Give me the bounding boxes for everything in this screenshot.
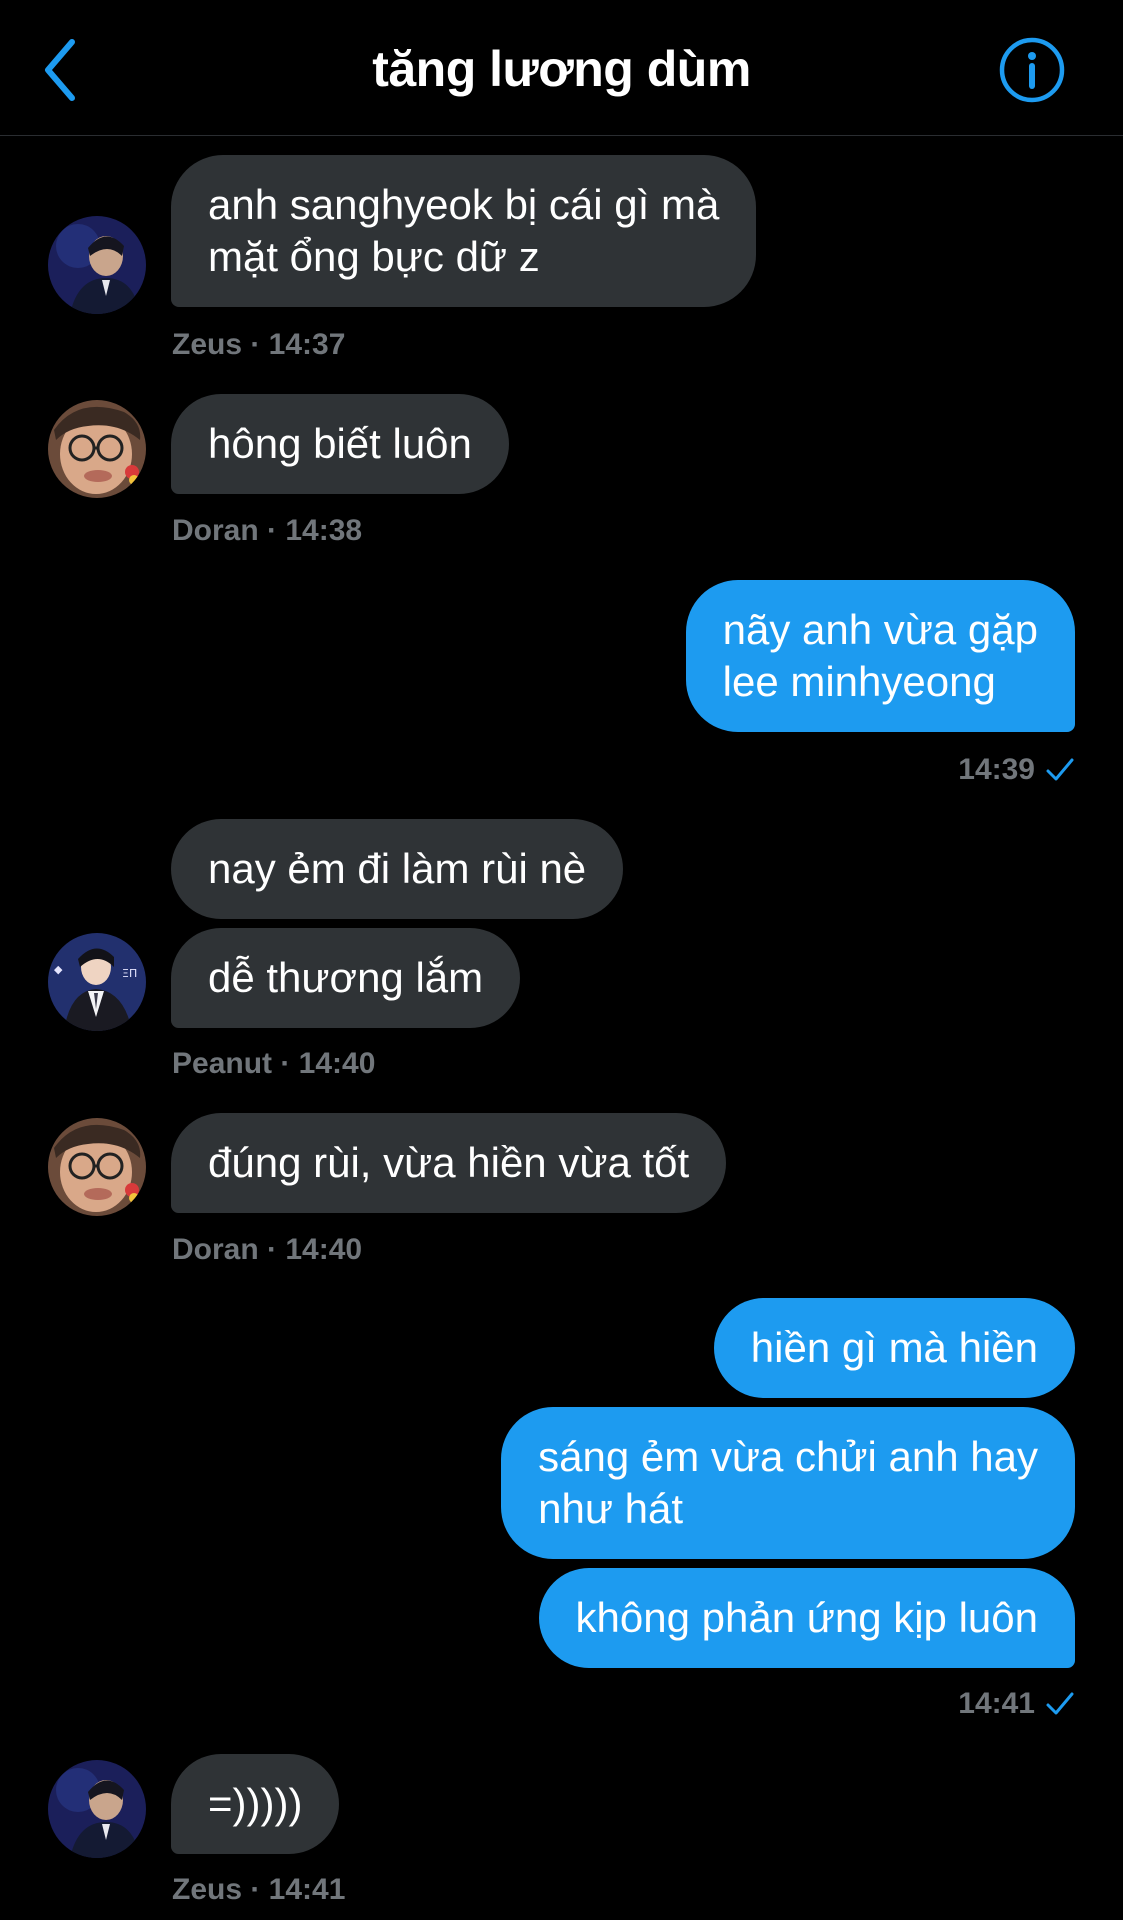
peanut-avatar-image: ◆ ΞΠ: [48, 933, 146, 1031]
message-text-line: đúng rùi, vừa hiền vừa tốt: [208, 1139, 690, 1186]
read-check-icon: [1046, 1692, 1074, 1715]
message-meta: Zeus · 14:41: [172, 1873, 346, 1906]
avatar-zeus[interactable]: [48, 1760, 146, 1858]
message-meta: Doran · 14:38: [172, 514, 363, 547]
message-text-line: sáng ẻm vừa chửi anh hay: [538, 1433, 1038, 1480]
message-text-line: nãy anh vừa gặp: [722, 606, 1038, 653]
zeus-avatar-image: [48, 1760, 146, 1858]
message-bubble-outgoing[interactable]: sáng ẻm vừa chửi anh hay như hát: [501, 1407, 1075, 1559]
message-text-line: hông biết luôn: [208, 420, 472, 467]
message-meta: Zeus · 14:37: [172, 328, 346, 361]
message-bubble-outgoing[interactable]: không phản ứng kịp luôn: [538, 1568, 1075, 1668]
message-bubble-incoming[interactable]: hông biết luôn: [171, 394, 509, 494]
message-time: 14:41: [958, 1687, 1035, 1720]
message-meta: 14:41: [958, 1687, 1075, 1721]
conversation-title: tăng lương dùm: [372, 41, 751, 97]
conversation-header: tăng lương dùm: [0, 0, 1123, 136]
message-text-line: lee minhyeong: [722, 658, 996, 705]
avatar-doran[interactable]: [48, 400, 146, 498]
message-text-line: anh sanghyeok bị cái gì mà: [208, 181, 720, 228]
info-icon: [999, 37, 1065, 103]
message-bubble-outgoing[interactable]: hiền gì mà hiền: [713, 1298, 1075, 1398]
message-text-line: hiền gì mà hiền: [750, 1324, 1038, 1371]
svg-text:ΞΠ: ΞΠ: [122, 967, 137, 980]
avatar-zeus[interactable]: [48, 216, 146, 314]
doran-avatar-image: [48, 400, 146, 498]
message-meta: Doran · 14:40: [172, 1233, 363, 1266]
message-meta: Peanut · 14:40: [172, 1047, 376, 1080]
doran-avatar-image: [48, 1118, 146, 1216]
message-bubble-incoming[interactable]: nay ẻm đi làm rùi nè: [171, 819, 624, 919]
avatar-doran[interactable]: [48, 1118, 146, 1216]
zeus-avatar-image: [48, 216, 146, 314]
message-text-line: không phản ứng kịp luôn: [575, 1594, 1038, 1641]
message-bubble-incoming[interactable]: =))))): [171, 1754, 340, 1854]
info-button[interactable]: [996, 34, 1068, 106]
message-bubble-outgoing[interactable]: nãy anh vừa gặp lee minhyeong: [685, 580, 1075, 732]
message-bubble-incoming[interactable]: anh sanghyeok bị cái gì mà mặt ổng bực d…: [171, 155, 757, 307]
chevron-left-icon: [45, 39, 75, 101]
back-button[interactable]: [36, 32, 86, 108]
message-text-line: dễ thương lắm: [208, 954, 484, 1001]
svg-text:◆: ◆: [54, 963, 63, 976]
avatar-peanut[interactable]: ◆ ΞΠ: [48, 933, 146, 1031]
read-check-icon: [1046, 758, 1074, 781]
message-time: 14:39: [958, 753, 1035, 786]
message-text-line: mặt ổng bực dữ z: [208, 233, 540, 280]
message-text-line: nay ẻm đi làm rùi nè: [208, 845, 587, 892]
message-text-line: như hát: [538, 1485, 684, 1532]
message-bubble-incoming[interactable]: dễ thương lắm: [171, 928, 521, 1028]
message-text-line: =))))): [208, 1780, 303, 1827]
message-meta: 14:39: [958, 753, 1075, 787]
message-bubble-incoming[interactable]: đúng rùi, vừa hiền vừa tốt: [171, 1113, 727, 1213]
